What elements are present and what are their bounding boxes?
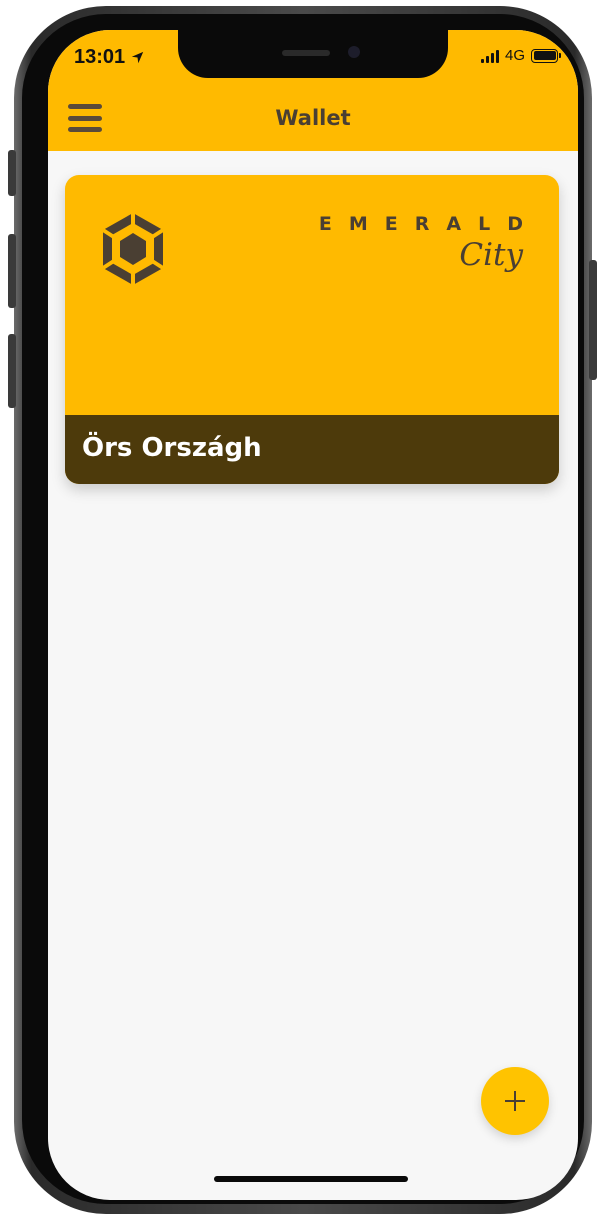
volume-up-button	[8, 234, 16, 308]
card-brand-logo: EMERALD City	[319, 213, 523, 273]
phone-notch	[178, 30, 448, 78]
power-button	[589, 260, 597, 380]
status-icons: 4G	[480, 47, 561, 64]
network-type: 4G	[504, 47, 525, 64]
status-time: 13:01	[74, 46, 144, 69]
front-camera	[348, 46, 360, 58]
battery-full-icon	[531, 48, 561, 63]
card-holder-name: Örs Országh	[82, 433, 262, 463]
app-screen: 13:01 4G Wallet EMERALD City Örs Országh	[48, 30, 578, 1200]
location-arrow-icon	[131, 51, 143, 64]
wallet-card[interactable]: EMERALD City Örs Országh	[65, 175, 559, 484]
home-indicator[interactable]	[214, 1176, 408, 1182]
speaker-grille	[282, 50, 330, 56]
mute-switch	[8, 150, 16, 196]
hexagon-gem-icon	[101, 213, 165, 285]
add-card-button[interactable]	[481, 1067, 549, 1135]
plus-icon	[505, 1091, 525, 1111]
brand-sub-text: City	[459, 237, 523, 273]
brand-main-text: EMERALD	[318, 213, 540, 235]
signal-bars-icon	[480, 49, 499, 63]
volume-down-button	[8, 334, 16, 408]
page-title: Wallet	[275, 106, 351, 130]
card-footer: Örs Országh	[65, 415, 559, 484]
